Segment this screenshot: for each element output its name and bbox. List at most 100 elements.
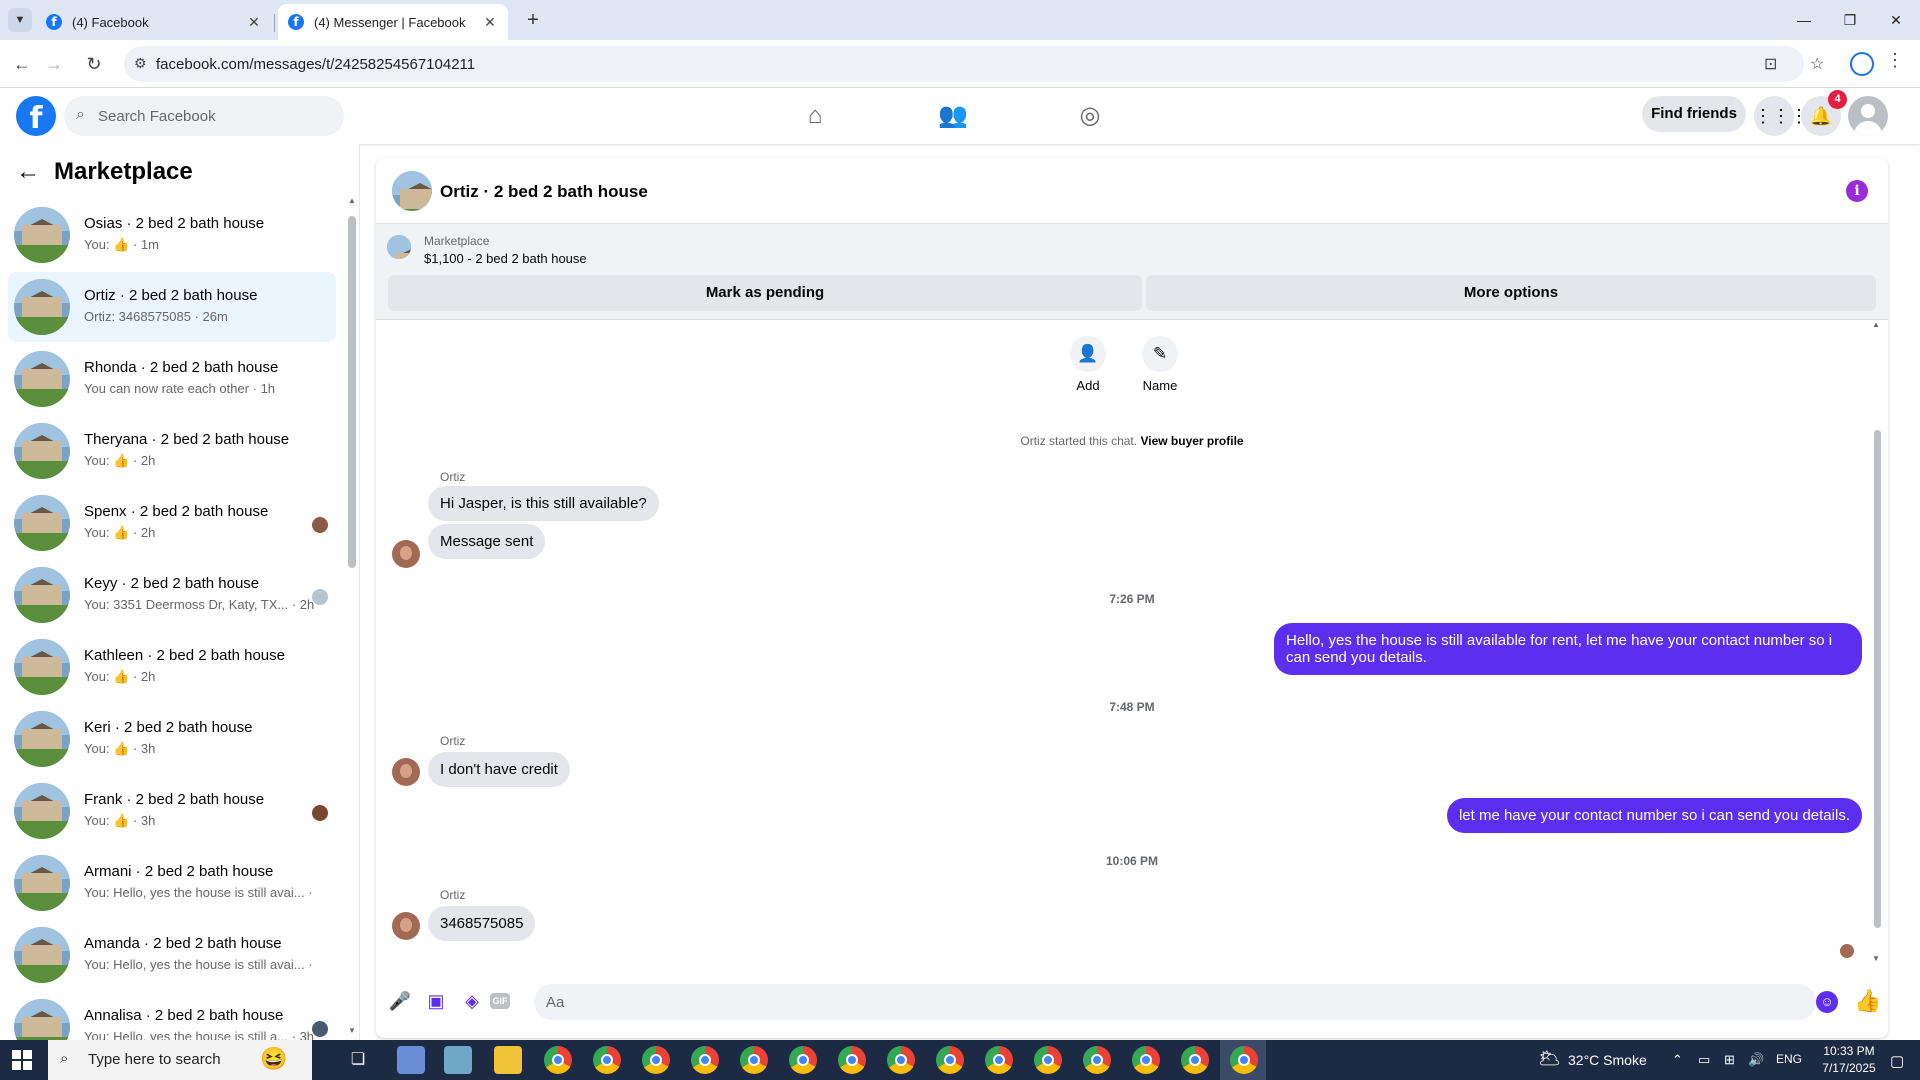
chrome-icon[interactable] (985, 1046, 1013, 1074)
forward-icon[interactable]: → (42, 52, 66, 76)
clock-time[interactable]: 10:33 PM (1818, 1044, 1880, 1058)
conversation-item[interactable]: Theryana · 2 bed 2 bath house You: 👍 · 2… (8, 416, 336, 486)
home-icon[interactable]: ⌂ (795, 96, 835, 136)
install-app-icon[interactable]: ⊡ (1764, 54, 1777, 74)
conversation-item[interactable]: Kathleen · 2 bed 2 bath house You: 👍 · 2… (8, 632, 336, 702)
conversation-item[interactable]: Osias · 2 bed 2 bath house You: 👍 · 1m (8, 200, 336, 270)
gif-icon[interactable]: GIF (490, 993, 510, 1009)
chrome-icon[interactable] (789, 1046, 817, 1074)
task-view-icon[interactable]: ❏ (344, 1046, 372, 1074)
browser-profile-icon[interactable] (1850, 52, 1874, 76)
sender-avatar[interactable] (392, 912, 420, 940)
listing-thumbnail[interactable] (392, 171, 432, 211)
chrome-icon[interactable] (1181, 1046, 1209, 1074)
back-arrow-icon[interactable]: ← (16, 158, 40, 186)
conversation-item[interactable]: Spenx · 2 bed 2 bath house You: 👍 · 2h (8, 488, 336, 558)
account-avatar[interactable] (1848, 96, 1888, 136)
notification-center-icon[interactable]: ▢ (1890, 1052, 1904, 1070)
language-indicator[interactable]: ENG (1776, 1052, 1802, 1066)
notepad-icon[interactable] (444, 1046, 472, 1074)
search-input[interactable] (98, 96, 338, 136)
friends-icon[interactable]: 👥 (933, 96, 973, 136)
network-icon[interactable]: ⊞ (1724, 1052, 1735, 1068)
browser-menu-icon[interactable]: ⋮ (1886, 50, 1904, 71)
listing-price[interactable]: $1,100 - 2 bed 2 bath house (424, 251, 587, 266)
thumbs-up-icon[interactable]: 👍 (1854, 988, 1881, 1014)
weather-icon[interactable]: 🌥 (1538, 1048, 1561, 1069)
chrome-icon[interactable] (642, 1046, 670, 1074)
close-tab-icon[interactable]: ✕ (246, 14, 262, 31)
tab-facebook[interactable]: f (4) Facebook ✕ (36, 4, 272, 40)
conversation-item[interactable]: Keyy · 2 bed 2 bath house You: 3351 Deer… (8, 560, 336, 630)
microphone-icon[interactable]: 🎤 (388, 989, 412, 1013)
windows-start-icon[interactable] (12, 1050, 32, 1070)
app-icon[interactable] (397, 1046, 425, 1074)
sidebar-scrollbar[interactable] (348, 208, 356, 708)
scrollbar-thumb[interactable] (1874, 430, 1881, 928)
chrome-icon[interactable] (887, 1046, 915, 1074)
chrome-icon[interactable] (544, 1046, 572, 1074)
site-info-icon[interactable]: ⚙ (134, 55, 147, 72)
emoji-icon[interactable]: ☺ (1816, 991, 1838, 1013)
chrome-icon[interactable] (1083, 1046, 1111, 1074)
scroll-up-arrow-icon[interactable]: ▲ (348, 196, 356, 205)
new-tab-button[interactable]: + (520, 8, 546, 34)
add-people-action[interactable]: 👤 Add (1048, 336, 1128, 393)
groups-icon[interactable]: ◎ (1070, 96, 1110, 136)
conversation-item[interactable]: Rhonda · 2 bed 2 bath house You can now … (8, 344, 336, 414)
sender-avatar[interactable] (392, 540, 420, 568)
chrome-icon[interactable] (936, 1046, 964, 1074)
add-label: Add (1076, 378, 1100, 393)
tab-messenger[interactable]: f (4) Messenger | Facebook ✕ (278, 4, 508, 40)
taskbar-search-box[interactable]: ⌕ Type here to search 😆 (48, 1040, 312, 1080)
chat-scrollbar[interactable]: ▲ ▼ (1872, 320, 1882, 963)
chrome-icon[interactable] (1034, 1046, 1062, 1074)
tray-chevron-icon[interactable]: ⌃ (1672, 1052, 1683, 1068)
conversation-item[interactable]: Keri · 2 bed 2 bath house You: 👍 · 3h (8, 704, 336, 774)
conversation-item[interactable]: Annalisa · 2 bed 2 bath house You: Hello… (8, 992, 336, 1040)
tab-search-button[interactable]: ▼ (8, 8, 32, 32)
message-input[interactable] (534, 984, 1816, 1020)
bookmark-star-icon[interactable]: ☆ (1810, 54, 1824, 74)
clock-date[interactable]: 7/17/2025 (1818, 1061, 1880, 1075)
info-icon[interactable]: i (1846, 180, 1868, 202)
chrome-icon[interactable] (593, 1046, 621, 1074)
conversation-item[interactable]: Armani · 2 bed 2 bath house You: Hello, … (8, 848, 336, 918)
sender-avatar[interactable] (392, 758, 420, 786)
conversation-item-active[interactable]: Ortiz · 2 bed 2 bath house Ortiz: 346857… (8, 272, 336, 342)
display-icon[interactable]: ▭ (1698, 1052, 1710, 1068)
chrome-icon[interactable] (838, 1046, 866, 1074)
file-explorer-icon[interactable] (494, 1046, 522, 1074)
close-tab-icon[interactable]: ✕ (482, 14, 498, 31)
scroll-up-arrow-icon[interactable]: ▲ (1872, 320, 1880, 329)
scroll-down-arrow-icon[interactable]: ▼ (1872, 954, 1880, 963)
more-options-button[interactable]: More options (1146, 275, 1876, 311)
weather-text[interactable]: 32°C Smoke (1568, 1052, 1647, 1068)
chrome-icon[interactable] (691, 1046, 719, 1074)
scroll-down-arrow-icon[interactable]: ▼ (348, 1026, 356, 1035)
mark-as-pending-button[interactable]: Mark as pending (388, 275, 1142, 311)
menu-grid-icon[interactable]: ⋮⋮⋮ (1754, 96, 1808, 136)
conversation-item[interactable]: Amanda · 2 bed 2 bath house You: Hello, … (8, 920, 336, 990)
minimize-button[interactable]: — (1786, 8, 1822, 32)
close-window-button[interactable]: ✕ (1878, 8, 1914, 32)
chat-title[interactable]: Ortiz · 2 bed 2 bath house (440, 182, 648, 202)
find-friends-button[interactable]: Find friends (1642, 96, 1746, 132)
chrome-icon[interactable] (1230, 1046, 1258, 1074)
omnibox[interactable]: ⚙ facebook.com/messages/t/24258254567104… (124, 46, 1824, 82)
back-icon[interactable]: ← (10, 52, 34, 76)
volume-icon[interactable]: 🔊 (1748, 1052, 1764, 1068)
conversation-item[interactable]: Frank · 2 bed 2 bath house You: 👍 · 3h (8, 776, 336, 846)
sticker-icon[interactable]: ◈ (460, 989, 484, 1013)
chrome-icon[interactable] (1132, 1046, 1160, 1074)
name-chat-action[interactable]: ✎ Name (1120, 336, 1200, 393)
chrome-icon[interactable] (740, 1046, 768, 1074)
url-text[interactable]: facebook.com/messages/t/2425825456710421… (156, 56, 475, 73)
reload-icon[interactable]: ↻ (82, 52, 106, 76)
facebook-logo-icon[interactable]: f (16, 96, 56, 136)
scrollbar-thumb[interactable] (348, 216, 356, 568)
facebook-search-box[interactable]: ⌕ (64, 96, 344, 136)
view-buyer-profile-link[interactable]: View buyer profile (1140, 434, 1243, 448)
photo-icon[interactable]: ▣ (424, 989, 448, 1013)
restore-button[interactable]: ❐ (1832, 8, 1868, 32)
